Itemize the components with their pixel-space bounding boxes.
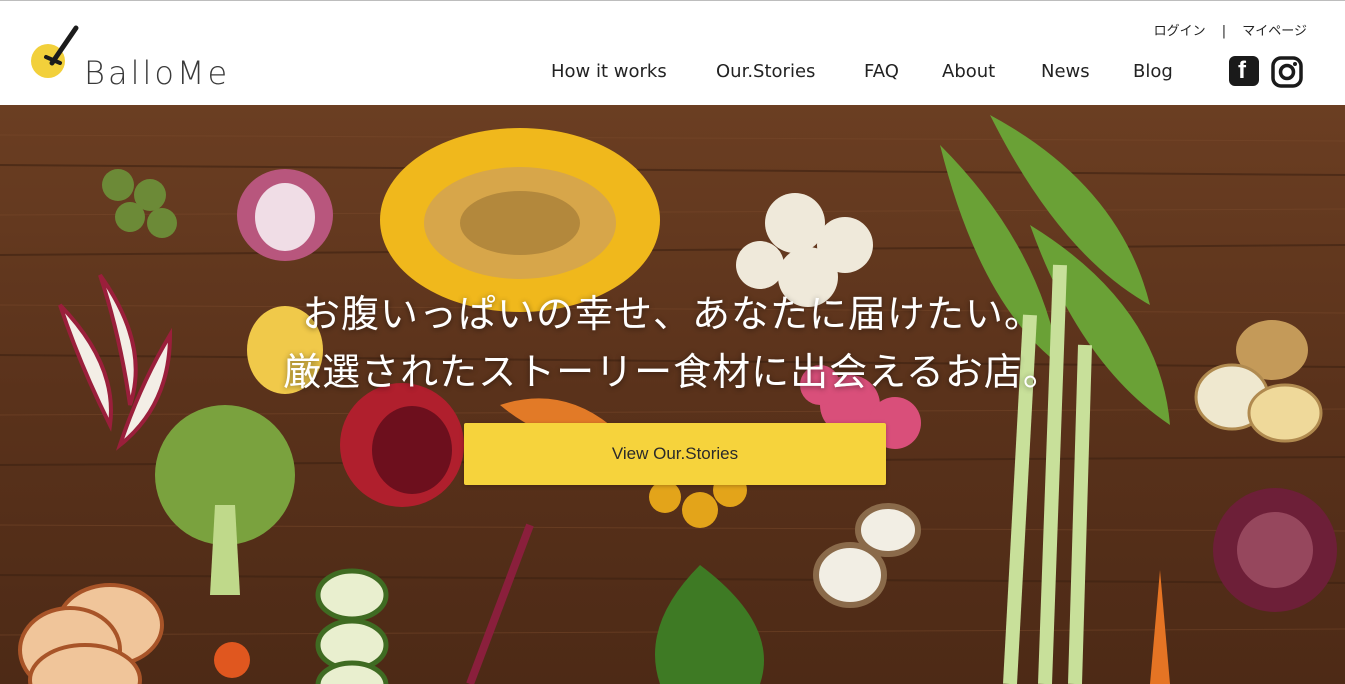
hero-headline-line1: お腹いっぱいの幸せ、あなたに届けたい。 <box>301 292 1043 336</box>
instagram-icon[interactable] <box>1271 56 1303 88</box>
nav-how-it-works[interactable]: How it works <box>551 61 667 82</box>
utility-separator: | <box>1221 24 1227 39</box>
mypage-link[interactable]: マイページ <box>1242 20 1307 39</box>
login-link[interactable]: ログイン <box>1154 20 1206 39</box>
utility-nav: ログイン | マイページ <box>1154 20 1307 39</box>
site-header: BalloMe ログイン | マイページ How it works Our.St… <box>0 1 1345 105</box>
nav-our-stories[interactable]: Our.Stories <box>716 61 815 82</box>
nav-faq[interactable]: FAQ <box>864 61 899 82</box>
hero-section: お腹いっぱいの幸せ、あなたに届けたい。 厳選されたストーリー食材に出会えるお店。… <box>0 105 1345 684</box>
nav-blog[interactable]: Blog <box>1133 61 1173 82</box>
nav-news[interactable]: News <box>1041 61 1090 82</box>
brand-name: BalloMe <box>84 54 231 92</box>
facebook-icon[interactable]: f <box>1229 56 1259 86</box>
nav-about[interactable]: About <box>942 61 995 82</box>
facebook-glyph: f <box>1238 57 1246 84</box>
brand-logo[interactable]: BalloMe <box>26 23 286 93</box>
hero-headline-line2: 厳選されたストーリー食材に出会えるお店。 <box>283 350 1062 394</box>
view-our-stories-button[interactable]: View Our.Stories <box>464 423 886 485</box>
